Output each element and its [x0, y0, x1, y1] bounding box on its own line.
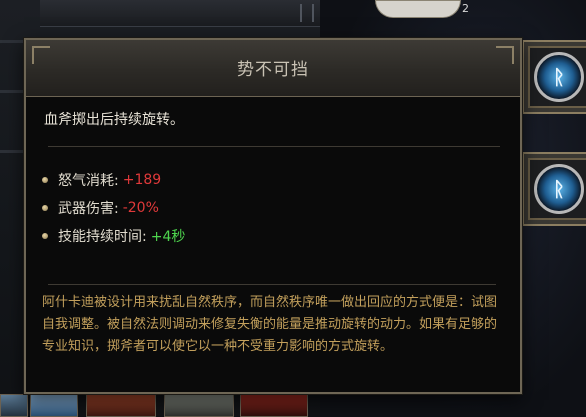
rune-icon: ᚱ — [534, 52, 584, 102]
stat-label: 技能持续时间: — [58, 229, 147, 245]
panel-strip — [0, 90, 26, 93]
panel-strip — [0, 150, 26, 153]
skill-icon[interactable] — [86, 394, 156, 417]
stat-row: 技能持续时间: +4秒 — [42, 222, 185, 250]
skill-icon[interactable] — [240, 394, 308, 417]
rune-glyph: ᚱ — [553, 177, 565, 201]
top-bar — [40, 0, 320, 27]
lore-text: 阿什卡迪被设计用来扰乱自然秩序，而自然秩序唯一做出回应的方式便是：试图自我调整。… — [42, 295, 498, 354]
stat-label: 武器伤害: — [58, 201, 119, 217]
bullet-icon — [42, 233, 48, 239]
rune-glyph: ᚱ — [553, 65, 565, 89]
rune-icon: ᚱ — [534, 164, 584, 214]
tooltip-header: 势不可挡 — [26, 40, 520, 97]
stat-row: 怒气消耗: +189 — [42, 166, 185, 194]
item-slot-top[interactable] — [375, 0, 461, 18]
bullet-icon — [42, 205, 48, 211]
stat-label: 怒气消耗: — [58, 173, 119, 189]
stat-list: 怒气消耗: +189 武器伤害: -20% 技能持续时间: +4秒 — [42, 166, 185, 250]
divider — [48, 146, 500, 147]
stat-row: 武器伤害: -20% — [42, 194, 185, 222]
skill-tooltip: 势不可挡 血斧掷出后持续旋转。 怒气消耗: +189 武器伤害: -20% 技能… — [24, 38, 522, 394]
stat-value: -20% — [122, 200, 159, 216]
tooltip-body: 血斧掷出后持续旋转。 — [42, 104, 506, 147]
skill-icon[interactable] — [164, 394, 234, 417]
skill-description: 血斧掷出后持续旋转。 — [44, 112, 184, 128]
panel-strip — [0, 40, 26, 43]
bar-segment — [300, 4, 302, 22]
tooltip-title: 势不可挡 — [237, 60, 309, 80]
rune-slot-1[interactable]: ᚱ — [522, 40, 586, 114]
divider — [48, 284, 496, 285]
skill-icon[interactable] — [30, 394, 78, 417]
bar-segment — [312, 4, 314, 22]
skill-icon[interactable] — [0, 394, 28, 417]
stat-value: +4秒 — [150, 229, 186, 245]
item-stack-count: 2 — [462, 2, 469, 15]
rune-slot-2[interactable]: ᚱ — [522, 152, 586, 226]
bullet-icon — [42, 177, 48, 183]
stat-value: +189 — [122, 172, 162, 188]
